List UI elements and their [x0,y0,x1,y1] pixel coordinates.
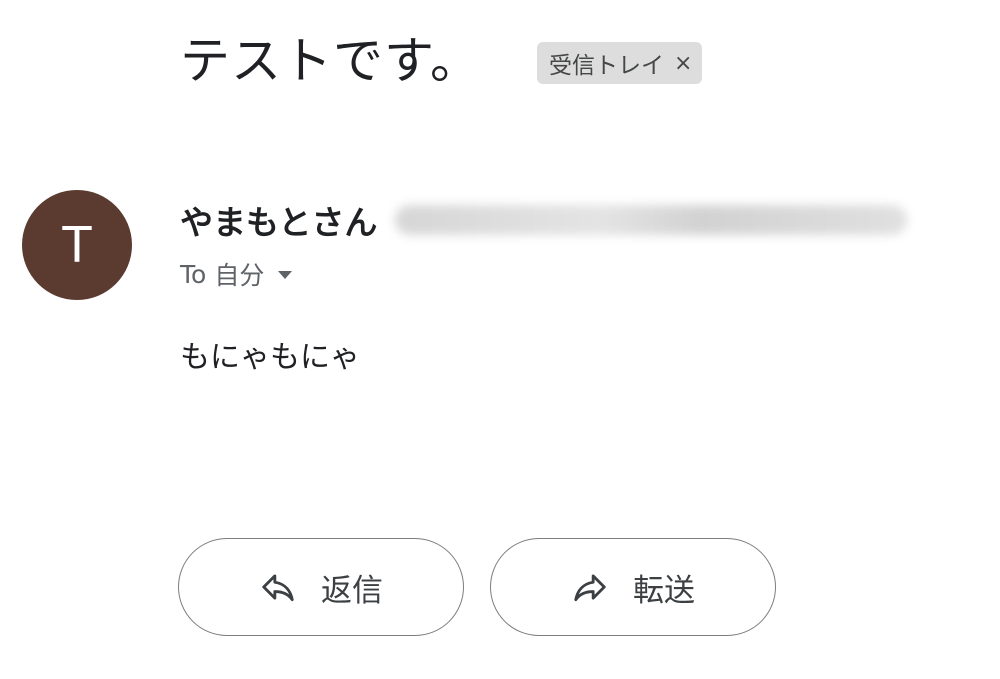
avatar-initial: T [61,216,93,274]
reply-button[interactable]: 返信 [178,538,464,636]
recipient-name: 自分 [214,261,265,290]
email-view: テストです。 受信トレイ × T やまもとさん To 自分 もにゃもにゃ 返信 … [0,0,1000,679]
reply-icon [262,574,294,602]
forward-button[interactable]: 転送 [490,538,776,636]
label-chip-text: 受信トレイ [549,53,664,79]
subject-row: テストです。 受信トレイ × [180,32,703,90]
forward-icon [574,574,606,602]
recipient-prefix: To [180,259,207,289]
label-remove-icon[interactable]: × [674,51,692,76]
chevron-down-icon[interactable] [278,271,293,279]
email-subject: テストです。 [180,32,481,90]
email-body: もにゃもにゃ [180,340,360,375]
inbox-label-chip[interactable]: 受信トレイ × [537,42,703,84]
reply-label: 返信 [321,572,383,609]
recipient-details-toggle[interactable]: To 自分 [180,256,293,292]
action-buttons: 返信 転送 [178,538,776,636]
sender-row: やまもとさん [180,196,908,244]
forward-label: 転送 [633,572,695,609]
sender-avatar[interactable]: T [22,190,132,300]
sender-name[interactable]: やまもとさん [180,196,377,244]
sender-email-redacted [395,205,908,235]
